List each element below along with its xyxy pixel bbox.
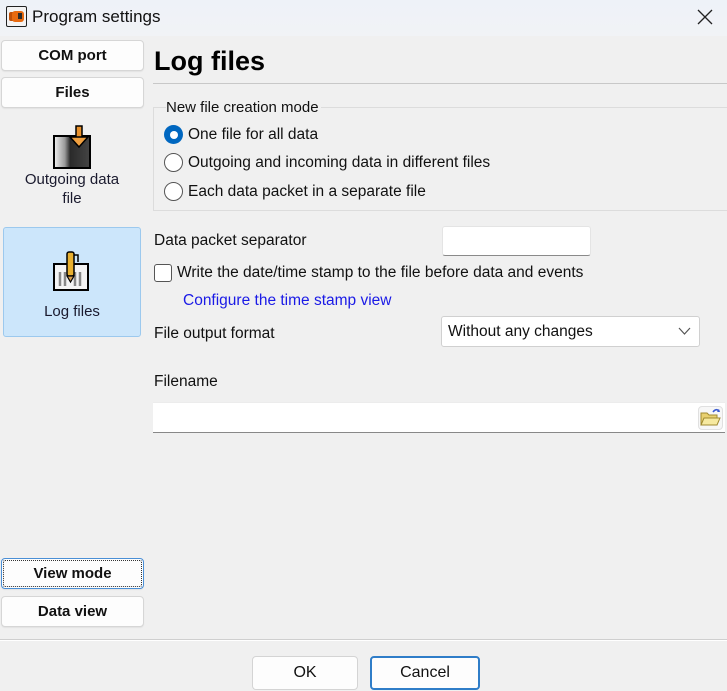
cancel-button[interactable]: Cancel	[370, 656, 480, 690]
title-divider	[153, 83, 727, 84]
close-button[interactable]	[683, 0, 727, 34]
output-format-value: Without any changes	[448, 323, 593, 340]
com-port-icon	[6, 6, 27, 27]
footer-divider	[0, 639, 727, 641]
output-format-select[interactable]: Without any changes	[441, 316, 700, 347]
sidebar-item-outgoing-data-file[interactable]: Outgoing data file	[3, 122, 141, 214]
sidebar-item-label: Outgoing data file	[24, 171, 120, 207]
log-file-icon	[53, 251, 89, 291]
radio-button[interactable]	[164, 153, 183, 172]
window-title: Program settings	[32, 7, 161, 26]
radio-one-file[interactable]: One file for all data	[164, 125, 318, 144]
radio-button[interactable]	[164, 182, 183, 201]
outgoing-file-icon	[53, 125, 91, 169]
folder-open-icon	[700, 408, 721, 426]
radio-button[interactable]	[164, 125, 183, 144]
output-format-label: File output format	[154, 325, 275, 342]
browse-button[interactable]	[698, 406, 723, 430]
separator-input[interactable]	[442, 226, 591, 256]
radio-label: Outgoing and incoming data in different …	[188, 153, 491, 171]
creation-mode-legend: New file creation mode	[166, 99, 321, 116]
separator-label: Data packet separator	[154, 232, 307, 249]
timestamp-checkbox[interactable]	[154, 264, 172, 282]
chevron-down-icon	[678, 327, 691, 335]
sidebar-item-log-files[interactable]: Log files	[3, 227, 141, 337]
filename-input[interactable]	[153, 403, 683, 431]
close-icon	[697, 9, 713, 25]
configure-timestamp-link[interactable]: Configure the time stamp view	[183, 292, 391, 310]
radio-label: Each data packet in a separate file	[188, 182, 426, 200]
sidebar-item-label: Log files	[44, 303, 100, 320]
sidebar-button-com-port[interactable]: COM port	[1, 40, 144, 71]
radio-different-files[interactable]: Outgoing and incoming data in different …	[164, 153, 490, 172]
filename-field[interactable]	[153, 402, 725, 433]
timestamp-checkbox-label: Write the date/time stamp to the file be…	[177, 264, 584, 281]
title-bar: Program settings	[0, 0, 727, 36]
sidebar-button-data-view[interactable]: Data view	[1, 596, 144, 627]
page-title: Log files	[154, 46, 266, 76]
sidebar-button-files[interactable]: Files	[1, 77, 144, 108]
radio-label: One file for all data	[188, 125, 319, 143]
ok-button[interactable]: OK	[252, 656, 358, 690]
filename-label: Filename	[154, 373, 218, 390]
timestamp-checkbox-row[interactable]: Write the date/time stamp to the file be…	[154, 264, 583, 282]
radio-separate-file[interactable]: Each data packet in a separate file	[164, 182, 426, 201]
sidebar-button-view-mode[interactable]: View mode	[1, 558, 144, 589]
